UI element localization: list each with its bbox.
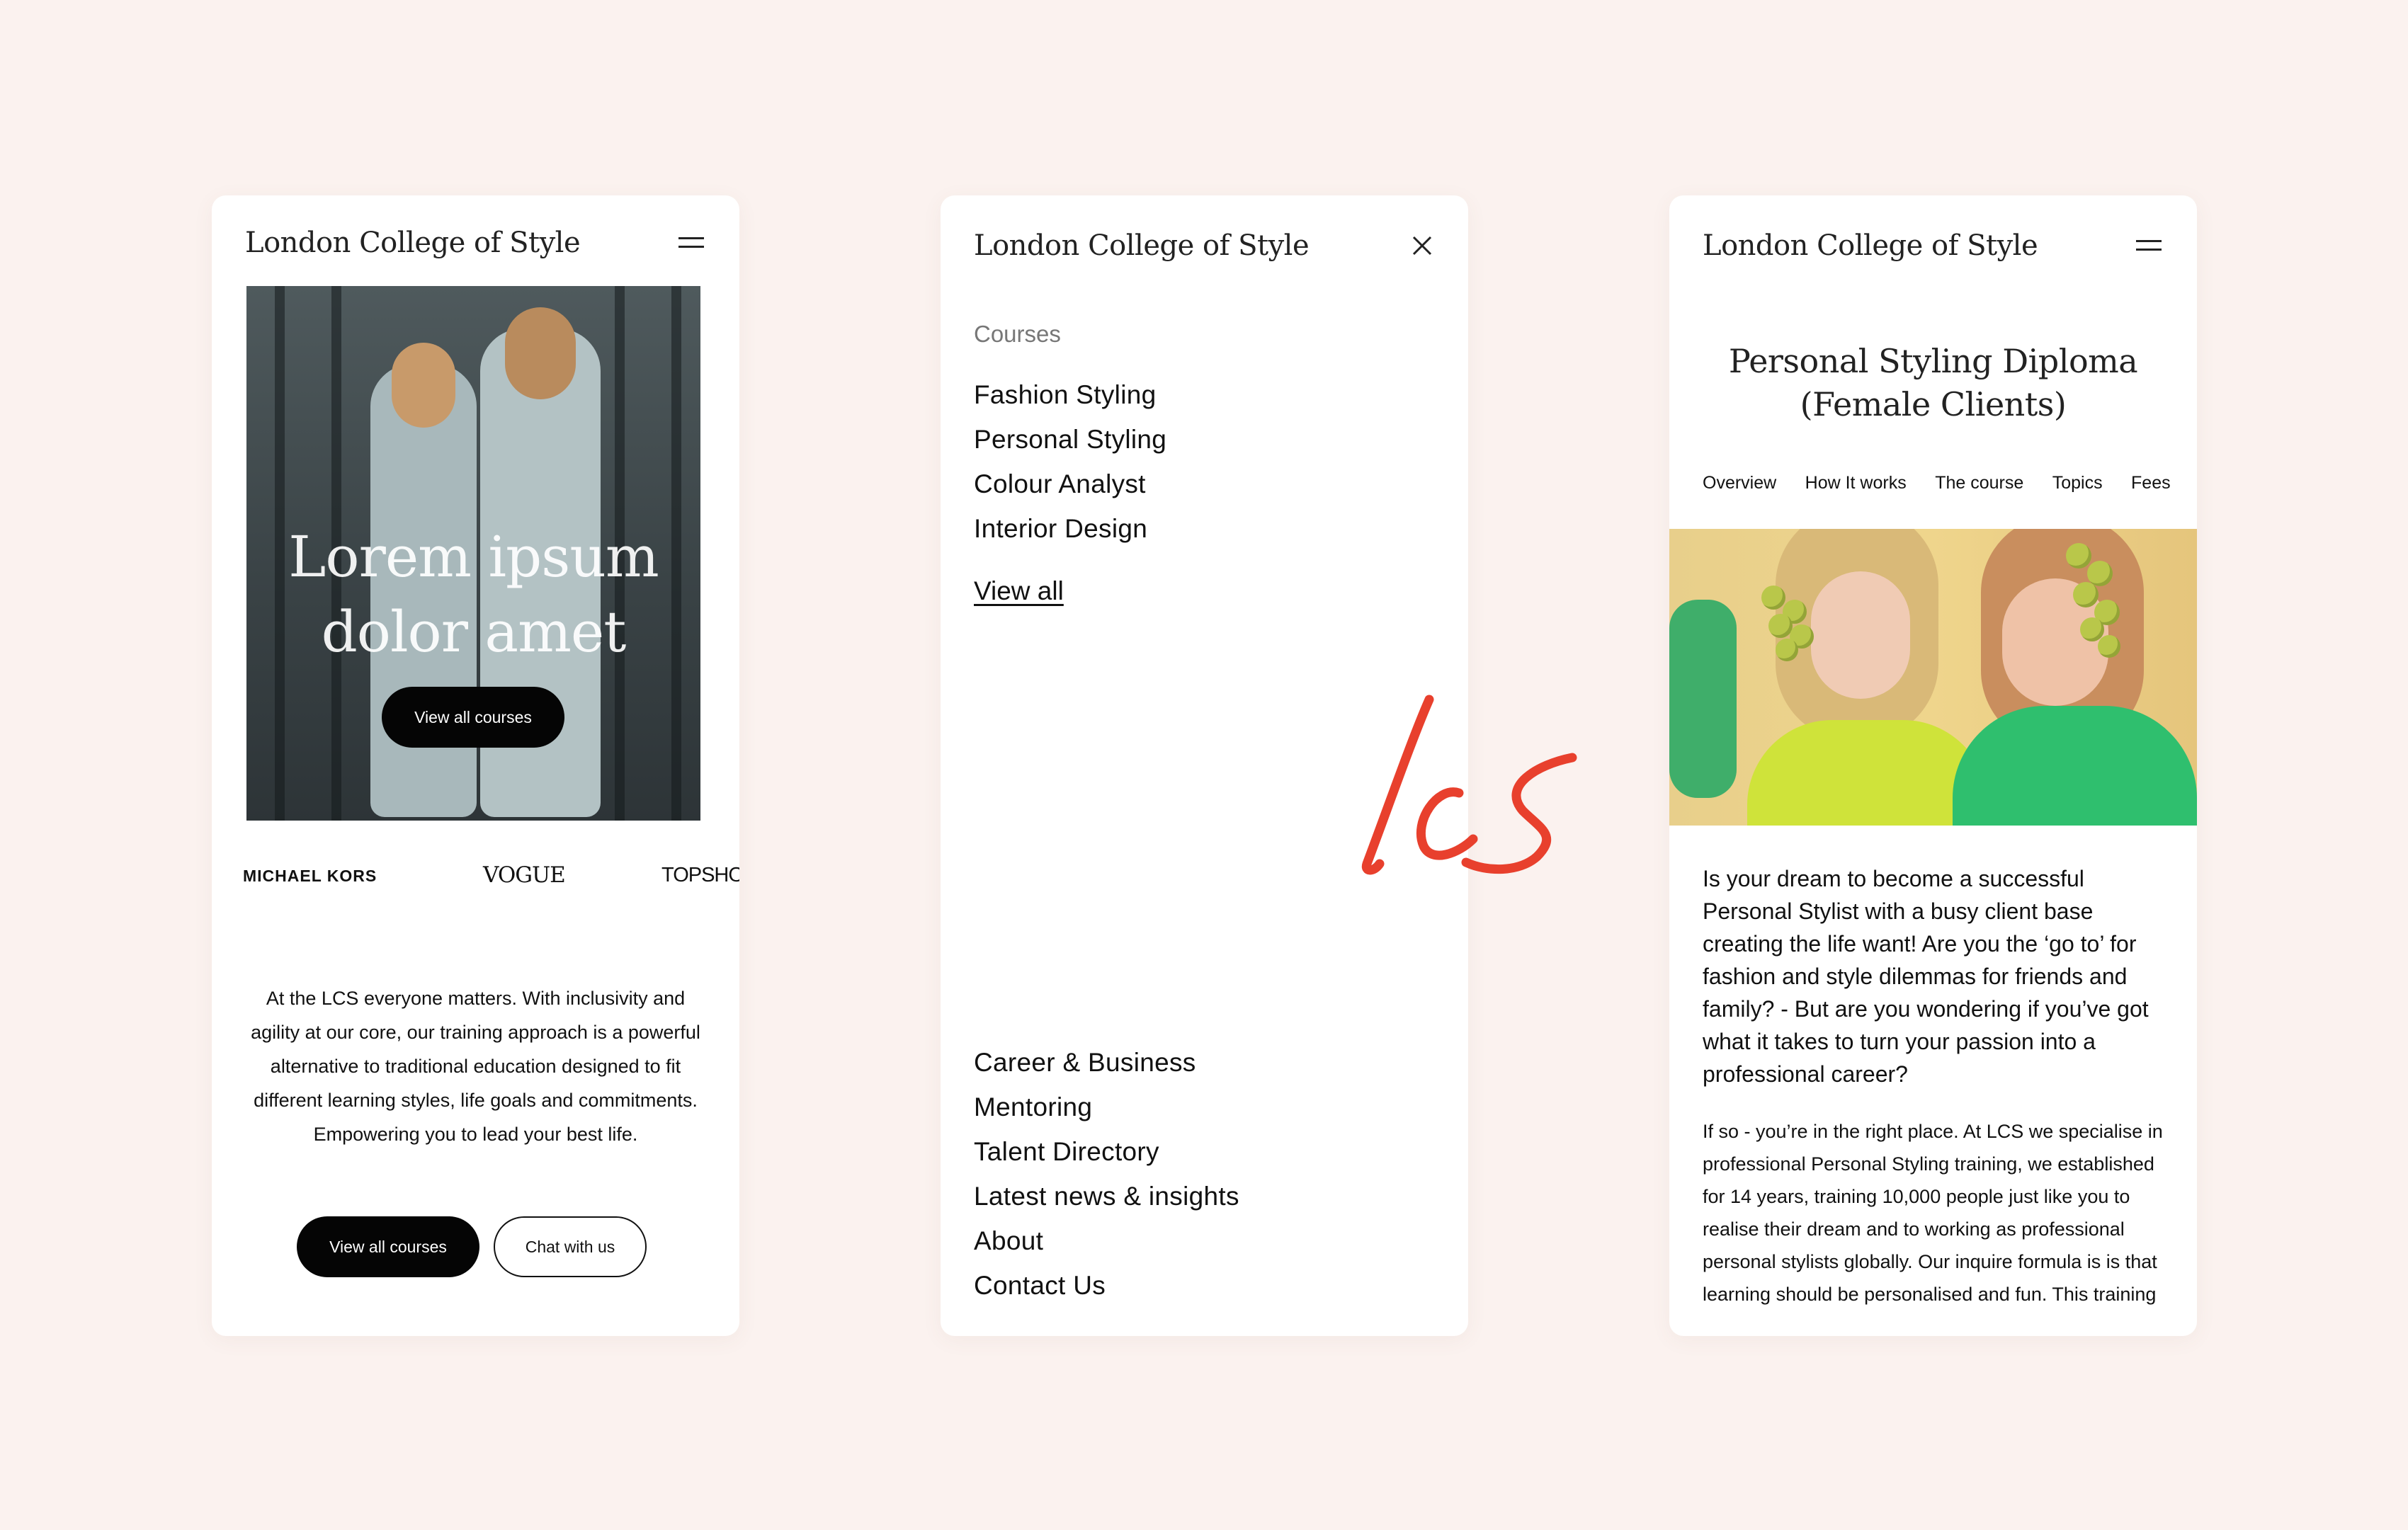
brand-logo-vogue: VOGUE [483,862,566,888]
hero-view-all-courses-button[interactable]: View all courses [382,687,564,748]
course-title: Personal Styling Diploma (Female Clients… [1728,342,2138,423]
menu-item-about[interactable]: About [974,1218,1239,1263]
menu-item-contact-us[interactable]: Contact Us [974,1263,1239,1308]
menu-item-news-insights[interactable]: Latest news & insights [974,1174,1239,1218]
brand-logos: MICHAEL KORS VOGUE TOPSHO [212,862,739,891]
site-logo[interactable]: London College of Style [974,229,1310,262]
courses-list: Fashion Styling Personal Styling Colour … [974,372,1166,551]
course-tabs: Overview How It works The course Topics … [1703,473,2196,493]
tab-fees[interactable]: Fees [2131,473,2171,493]
tab-topics[interactable]: Topics [2052,473,2103,493]
menu-item-personal-styling[interactable]: Personal Styling [974,417,1166,462]
view-all-courses-button[interactable]: View all courses [297,1216,479,1277]
menu-item-fashion-styling[interactable]: Fashion Styling [974,372,1166,417]
brand-logo-topshop: TOPSHO [661,864,739,886]
menu-item-career-business[interactable]: Career & Business [974,1040,1239,1085]
view-all-link[interactable]: View all [974,576,1064,606]
tab-how-it-works[interactable]: How It works [1805,473,1907,493]
lcs-script-logo [1361,695,1577,875]
menu-item-interior-design[interactable]: Interior Design [974,506,1166,551]
site-logo[interactable]: London College of Style [245,227,581,259]
site-logo[interactable]: London College of Style [1703,229,2038,262]
course-screen: London College of Style Personal Styling… [1669,195,2197,1336]
hamburger-menu-icon[interactable] [678,232,704,252]
tab-overview[interactable]: Overview [1703,473,1776,493]
menu-item-colour-analyst[interactable]: Colour Analyst [974,462,1166,506]
hero-title: Lorem ipsum dolor amet [288,524,659,665]
brand-logo-michael-kors: MICHAEL KORS [243,867,377,885]
course-hero-image [1669,529,2197,826]
menu-item-talent-directory[interactable]: Talent Directory [974,1129,1239,1174]
course-lead-text: Is your dream to become a successful Per… [1703,866,2149,1087]
home-screen: London College of Style Lorem ipsum dolo… [212,195,739,1336]
course-body-text: If so - you’re in the right place. At LC… [1703,1121,2163,1305]
chat-with-us-button[interactable]: Chat with us [494,1216,647,1277]
intro-text: At the LCS everyone matters. With inclus… [251,988,700,1145]
close-icon[interactable] [1412,235,1433,256]
menu-item-mentoring[interactable]: Mentoring [974,1085,1239,1129]
main-nav-list: Career & Business Mentoring Talent Direc… [974,1040,1239,1308]
hero-image: Lorem ipsum dolor amet View all courses [246,286,700,821]
courses-heading: Courses [974,321,1061,347]
tab-the-course[interactable]: The course [1935,473,2023,493]
hamburger-menu-icon[interactable] [2136,235,2162,255]
